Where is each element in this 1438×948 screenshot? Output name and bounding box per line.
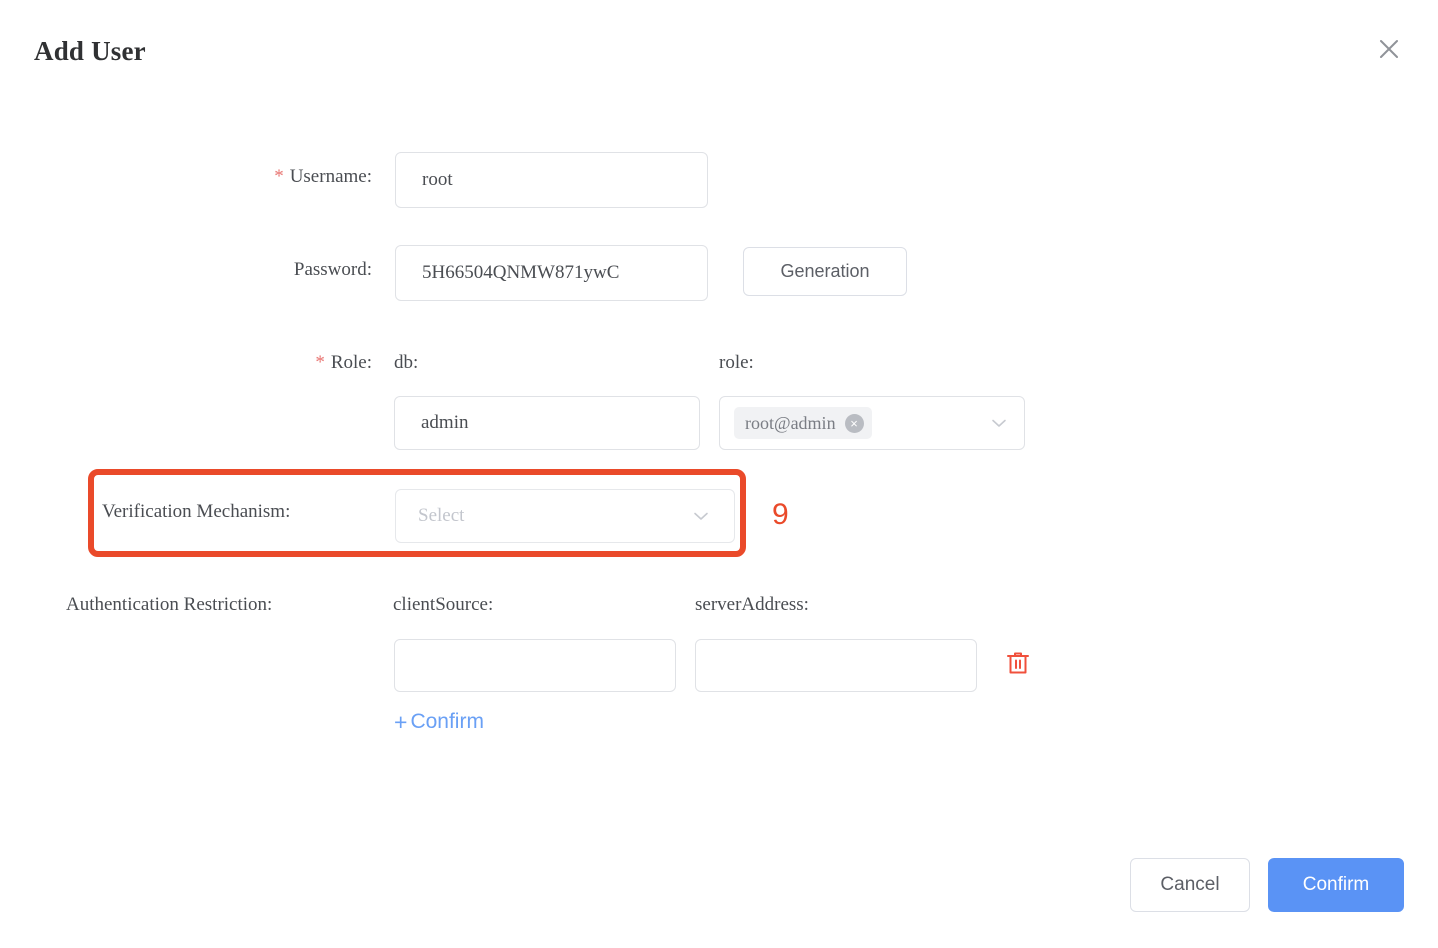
role-sub-label: role: — [719, 352, 754, 374]
chevron-down-icon — [690, 505, 712, 527]
username-input[interactable] — [395, 152, 708, 208]
add-confirm-label: Confirm — [410, 710, 484, 734]
username-label-text: Username: — [290, 166, 372, 187]
password-input[interactable] — [395, 245, 708, 301]
chevron-down-icon — [988, 412, 1010, 434]
page-title: Add User — [34, 36, 146, 67]
role-tag-label: root@admin — [745, 413, 836, 434]
trash-icon[interactable] — [1006, 650, 1030, 676]
verification-mechanism-label: Verification Mechanism: — [102, 501, 290, 523]
username-label: * Username: — [236, 166, 372, 188]
add-authentication-restriction-button[interactable]: +Confirm — [394, 710, 484, 734]
cancel-button[interactable]: Cancel — [1130, 858, 1250, 912]
role-tag: root@admin × — [734, 407, 872, 439]
client-source-label: clientSource: — [393, 594, 493, 616]
role-tag-remove-icon[interactable]: × — [845, 414, 864, 433]
plus-icon: + — [394, 711, 407, 734]
role-label: * Role: — [236, 352, 372, 374]
add-user-dialog: Add User * Username: Password: Generation… — [0, 0, 1438, 948]
server-address-input[interactable] — [695, 639, 977, 692]
role-label-text: Role: — [331, 352, 372, 373]
close-icon[interactable] — [1376, 36, 1402, 62]
verification-mechanism-select[interactable]: Select — [395, 489, 735, 543]
generate-password-button[interactable]: Generation — [743, 247, 907, 296]
client-source-input[interactable] — [394, 639, 676, 692]
server-address-label: serverAddress: — [695, 594, 809, 616]
role-select[interactable]: root@admin × — [719, 396, 1025, 450]
db-label: db: — [394, 352, 418, 374]
required-asterisk: * — [315, 352, 325, 373]
annotation-step-number: 9 — [772, 498, 789, 532]
confirm-button[interactable]: Confirm — [1268, 858, 1404, 912]
db-input[interactable] — [394, 396, 700, 450]
required-asterisk: * — [274, 166, 284, 187]
authentication-restriction-label: Authentication Restriction: — [66, 594, 272, 616]
password-label: Password: — [236, 259, 372, 281]
verification-mechanism-placeholder: Select — [418, 505, 464, 527]
